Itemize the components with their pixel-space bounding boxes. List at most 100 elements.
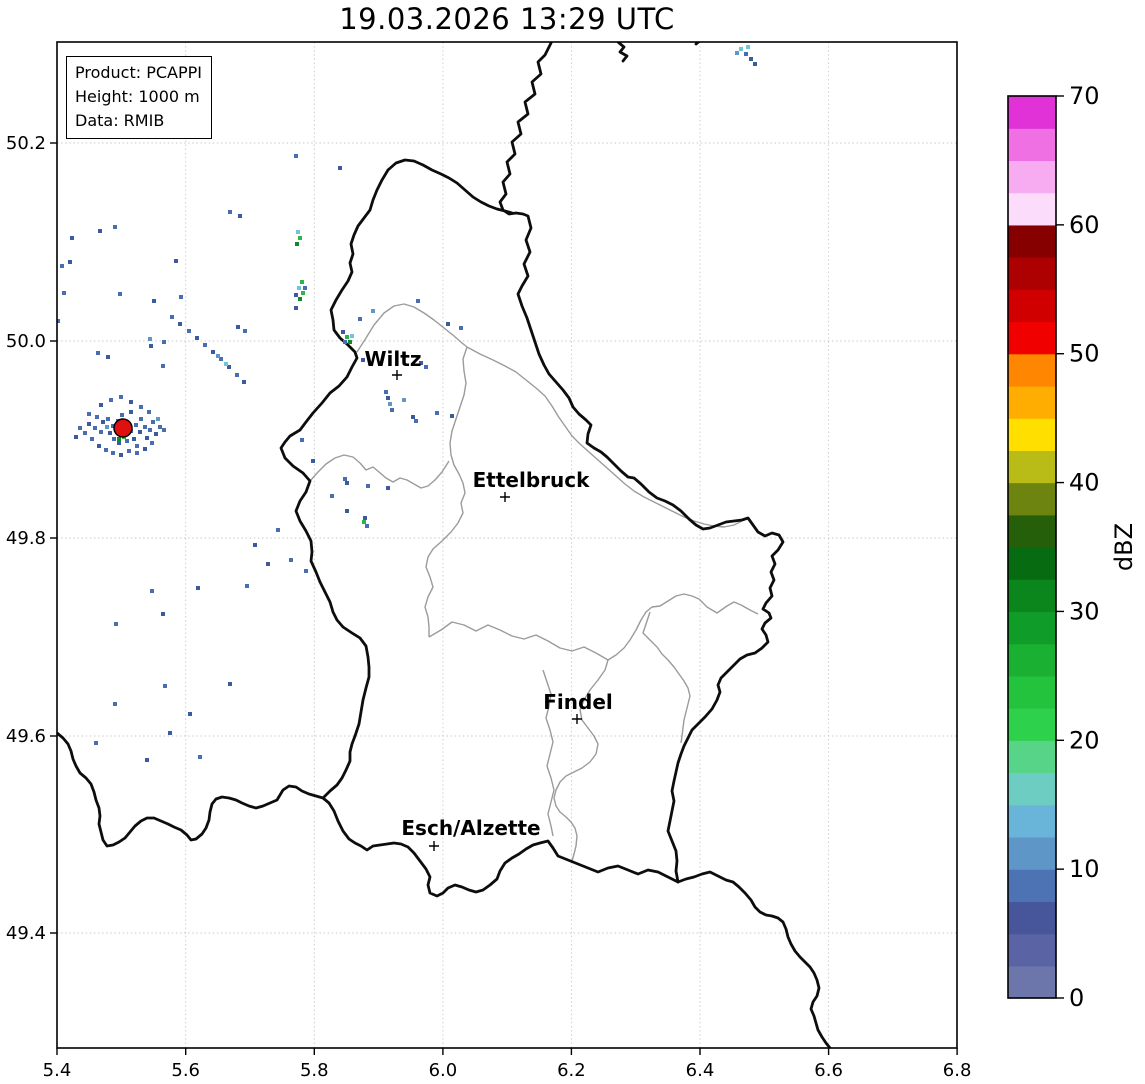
radar-echo-pixel xyxy=(749,57,753,61)
radar-echo-pixel xyxy=(350,334,354,338)
radar-echo-pixel xyxy=(238,214,242,218)
x-tick-label: 6.0 xyxy=(429,1060,458,1081)
radar-echo-pixel xyxy=(97,444,101,448)
city-marker xyxy=(429,841,439,851)
radar-echo-pixel xyxy=(276,528,280,532)
radar-echo-pixel xyxy=(411,415,415,419)
radar-echo-pixel xyxy=(739,47,743,51)
colorbar-segment xyxy=(1008,836,1056,870)
radar-echo-pixel xyxy=(106,355,110,359)
colorbar-segment xyxy=(1008,933,1056,967)
colorbar-segment xyxy=(1008,514,1056,548)
x-tick-label: 5.4 xyxy=(43,1060,72,1081)
radar-echo-pixel xyxy=(96,351,100,355)
radar-echo-pixel xyxy=(117,437,121,441)
colorbar-tick-label: 60 xyxy=(1069,211,1100,239)
radar-echo-pixel xyxy=(112,437,116,441)
colorbar-segment xyxy=(1008,482,1056,516)
radar-echo-pixel xyxy=(139,417,143,421)
radar-echo-pixel xyxy=(113,225,117,229)
radar-echo-pixel xyxy=(134,423,138,427)
radar-echo-pixel xyxy=(330,494,334,498)
colorbar-tick-label: 20 xyxy=(1069,726,1100,754)
radar-echo-pixel xyxy=(744,52,748,56)
radar-echo-pixel xyxy=(143,447,147,451)
radar-echo-pixel xyxy=(117,441,121,445)
radar-echo-pixel xyxy=(132,437,136,441)
radar-echo-pixel xyxy=(459,326,463,330)
radar-echo-pixel xyxy=(148,428,152,432)
radar-echo-pixel xyxy=(424,365,428,369)
radar-echo-pixel xyxy=(297,286,301,290)
radar-echo-pixel xyxy=(125,439,129,443)
radar-echo-pixel xyxy=(253,543,257,547)
radar-echo-pixel xyxy=(236,325,240,329)
radar-echo-pixel xyxy=(94,741,98,745)
country-border xyxy=(386,158,514,215)
colorbar-segment xyxy=(1008,611,1056,645)
radar-echo-pixel xyxy=(435,411,439,415)
colorbar-segment xyxy=(1008,289,1056,323)
colorbar-segment xyxy=(1008,708,1056,741)
radar-echo-pixel xyxy=(162,428,166,432)
district-border xyxy=(466,346,743,528)
radar-echo-pixel xyxy=(298,236,302,240)
radar-echo-pixel xyxy=(345,335,349,339)
radar-echo-pixel xyxy=(196,586,200,590)
radar-echo-pixel xyxy=(145,758,149,762)
colorbar-segment xyxy=(1008,547,1056,580)
radar-echo-pixel xyxy=(62,291,66,295)
colorbar-segment xyxy=(1008,321,1056,355)
y-tick-label: 49.4 xyxy=(6,923,46,944)
colorbar-segment xyxy=(1008,772,1056,806)
radar-echo-pixel xyxy=(416,299,420,303)
country-border xyxy=(279,168,390,800)
country-border xyxy=(676,870,832,1048)
radar-echo-pixel xyxy=(242,380,246,384)
radar-echo-pixel xyxy=(70,236,74,240)
city-label: Wiltz xyxy=(365,347,422,371)
x-tick-label: 6.8 xyxy=(943,1060,972,1081)
radar-echo-pixel xyxy=(343,477,347,481)
country-border xyxy=(57,731,325,848)
radar-echo-pixel xyxy=(119,453,123,457)
radar-echo-pixel xyxy=(245,584,249,588)
radar-echo-pixel xyxy=(148,337,152,341)
radar-site-dot xyxy=(113,418,133,438)
colorbar-segment xyxy=(1008,385,1056,419)
country-border xyxy=(498,42,785,884)
radar-echo-pixel xyxy=(450,414,454,418)
radar-echo-pixel xyxy=(108,431,112,435)
radar-echo-pixel xyxy=(119,395,123,399)
radar-echo-pixel xyxy=(187,329,191,333)
radar-echo-pixel xyxy=(161,364,165,368)
country-border xyxy=(321,796,680,898)
radar-echo-pixel xyxy=(99,403,103,407)
radar-echo-pixel xyxy=(266,562,270,566)
radar-echo-pixel xyxy=(135,451,139,455)
radar-echo-pixel xyxy=(90,437,94,441)
radar-echo-pixel xyxy=(178,322,182,326)
colorbar-segment xyxy=(1008,128,1056,162)
radar-echo-pixel xyxy=(294,293,298,297)
radar-echo-pixel xyxy=(151,420,155,424)
radar-echo-pixel xyxy=(60,264,64,268)
radar-echo-pixel xyxy=(243,329,247,333)
colorbar-segment xyxy=(1008,740,1056,774)
radar-echo-pixel xyxy=(363,516,367,520)
radar-echo-pixel xyxy=(143,425,147,429)
colorbar-tick-label: 70 xyxy=(1069,82,1100,110)
country-border xyxy=(616,42,629,63)
radar-echo-pixel xyxy=(106,417,110,421)
product-info-line: Product: PCAPPI xyxy=(75,63,203,82)
city-marker xyxy=(392,370,402,380)
radar-echo-pixel xyxy=(386,396,390,400)
radar-echo-pixel xyxy=(114,622,118,626)
radar-echo-pixel xyxy=(111,451,115,455)
radar-echo-pixel xyxy=(152,299,156,303)
radar-echo-pixel xyxy=(170,315,174,319)
colorbar-segment xyxy=(1008,869,1056,902)
radar-echo-pixel xyxy=(216,354,220,358)
radar-echo-pixel xyxy=(384,390,388,394)
radar-echo-pixel xyxy=(129,400,133,404)
